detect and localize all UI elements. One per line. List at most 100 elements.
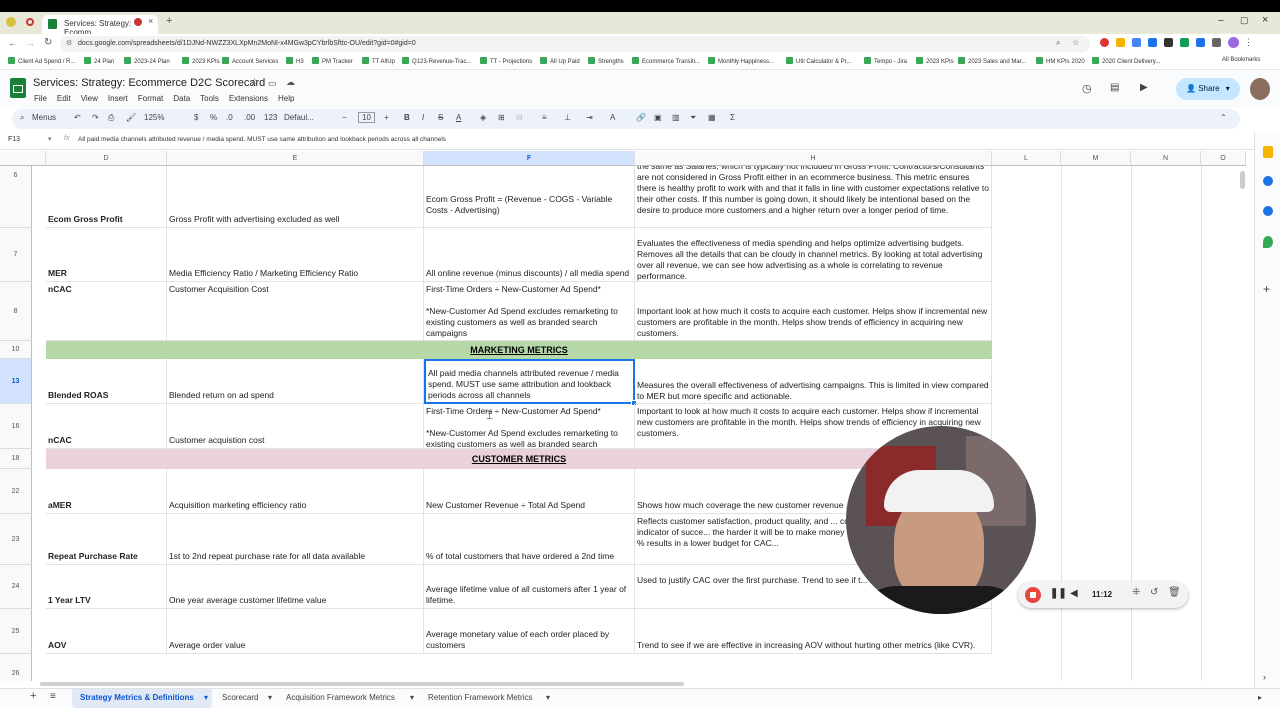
bookmark-item[interactable]: Monthly Happiness... xyxy=(708,57,774,65)
fill-color-icon[interactable]: ◈ xyxy=(480,113,486,122)
chevron-down-icon[interactable]: ▾ xyxy=(546,693,550,702)
star-icon[interactable]: ☆ xyxy=(250,77,259,88)
cell-description[interactable]: One year average customer lifetime value xyxy=(167,565,424,609)
sheet-tab[interactable]: Retention Framework Metrics xyxy=(428,693,532,702)
cell-description[interactable]: Customer acquistion cost xyxy=(167,404,424,449)
menu-help[interactable]: Help xyxy=(278,94,294,103)
extension-icon[interactable] xyxy=(1196,38,1205,47)
bookmark-item[interactable]: 24 Plan xyxy=(84,57,114,65)
bookmark-item[interactable]: H3 xyxy=(286,57,304,65)
name-box[interactable]: F13 xyxy=(8,136,20,143)
add-addon-icon[interactable]: + xyxy=(1263,282,1270,296)
cell-formula-selected[interactable]: All paid media channels attributed reven… xyxy=(424,359,635,404)
cell-description[interactable]: Acquisition marketing efficiency ratio xyxy=(167,469,424,514)
bookmark-item[interactable]: HM KPIs 2020 xyxy=(1036,57,1085,65)
column-header-f[interactable]: F xyxy=(424,151,635,166)
extensions-puzzle-icon[interactable] xyxy=(1212,38,1221,47)
horizontal-scrollbar[interactable] xyxy=(40,682,684,686)
cell-notes[interactable]: Important look at how much it costs to a… xyxy=(635,282,992,341)
strikethrough-icon[interactable]: S xyxy=(438,113,443,122)
cell-metric[interactable]: nCAC xyxy=(46,404,167,449)
mute-icon[interactable]: ◀ xyxy=(1070,588,1078,599)
bookmark-item[interactable]: All Up Paid xyxy=(540,57,580,65)
menu-file[interactable]: File xyxy=(34,94,47,103)
delete-icon[interactable]: 🗑 xyxy=(1168,587,1181,598)
menu-tools[interactable]: Tools xyxy=(200,94,219,103)
restart-icon[interactable]: ↺ xyxy=(1150,587,1158,598)
browser-menu-icon[interactable] xyxy=(6,17,16,27)
column-header-n[interactable]: N xyxy=(1131,151,1201,166)
cell-description[interactable]: Gross Profit with advertising excluded a… xyxy=(167,166,424,228)
maximize-icon[interactable]: ▢ xyxy=(1240,15,1249,26)
chevron-down-icon[interactable]: ▾ xyxy=(268,693,272,702)
extension-icon[interactable] xyxy=(1116,38,1125,47)
column-header-o[interactable]: O xyxy=(1201,151,1246,166)
account-avatar[interactable] xyxy=(1250,78,1270,100)
cell-formula[interactable]: All online revenue (minus discounts) / a… xyxy=(424,228,635,282)
stop-recording-button[interactable] xyxy=(1025,587,1041,603)
rotate-icon[interactable]: A xyxy=(610,113,615,122)
cell-notes[interactable]: the same as Salaries, which is typically… xyxy=(635,166,992,228)
row-header[interactable]: 13 xyxy=(0,359,32,404)
profile-avatar[interactable] xyxy=(1228,37,1239,48)
bookmark-item[interactable]: Util Calculator & Pr... xyxy=(786,57,851,65)
browser-kebab-icon[interactable]: ⋮ xyxy=(1244,37,1253,48)
bookmark-item[interactable]: Tempo - Jira xyxy=(864,57,907,65)
menus-search[interactable]: Menus xyxy=(32,113,56,122)
chevron-down-icon[interactable]: ▾ xyxy=(410,693,414,702)
back-icon[interactable]: ← xyxy=(8,38,17,48)
cell-description[interactable]: Media Efficiency Ratio / Marketing Effic… xyxy=(167,228,424,282)
bookmark-item[interactable]: TT - Projections xyxy=(480,57,532,65)
borders-icon[interactable]: ⊞ xyxy=(498,113,505,122)
sheet-tab[interactable]: Acquisition Framework Metrics xyxy=(286,693,395,702)
cell-notes[interactable]: Evaluates the effectiveness of media spe… xyxy=(635,228,992,282)
cell-metric[interactable]: Blended ROAS xyxy=(46,359,167,404)
tab-close-icon[interactable]: × xyxy=(148,16,153,26)
sheet-tab[interactable]: Scorecard xyxy=(222,693,258,702)
menu-view[interactable]: View xyxy=(81,94,98,103)
number-format[interactable]: 123 xyxy=(264,113,277,122)
extension-icon[interactable] xyxy=(1180,38,1189,47)
currency-format[interactable]: $ xyxy=(194,113,198,122)
menu-data[interactable]: Data xyxy=(173,94,190,103)
filter-views-icon[interactable]: ▦ xyxy=(708,113,716,122)
add-sheet-icon[interactable]: + xyxy=(30,690,36,702)
paint-format-icon[interactable]: 🖌 xyxy=(126,113,136,122)
meet-icon[interactable]: ▶ xyxy=(1140,82,1148,93)
bookmark-item[interactable]: Account Services xyxy=(222,57,278,65)
menu-format[interactable]: Format xyxy=(138,94,163,103)
menu-edit[interactable]: Edit xyxy=(57,94,71,103)
comment-icon[interactable]: ▣ xyxy=(654,113,662,122)
font-size-decrease[interactable]: − xyxy=(342,113,347,122)
row-header[interactable]: 6 xyxy=(0,166,32,228)
url-field[interactable]: ⚙ docs.google.com/spreadsheets/d/1DJNd-N… xyxy=(60,36,1090,52)
cell-metric[interactable]: aMER xyxy=(46,469,167,514)
cell-formula[interactable]: First-Time Orders ÷ New-Customer Ad Spen… xyxy=(424,282,635,341)
merge-cells-icon[interactable]: ⊟ xyxy=(516,113,523,122)
vertical-scrollbar[interactable] xyxy=(1240,171,1245,189)
redo-icon[interactable]: ↷ xyxy=(92,113,99,122)
cell-formula[interactable]: Average lifetime value of all customers … xyxy=(424,565,635,609)
chevron-down-icon[interactable]: ▾ xyxy=(204,693,208,702)
sheet-tab-active[interactable]: Strategy Metrics & Definitions ▾ xyxy=(72,689,212,709)
row-header[interactable]: 24 xyxy=(0,565,32,609)
doc-title[interactable]: Services: Strategy: Ecommerce D2C Scorec… xyxy=(33,77,265,89)
search-icon[interactable]: ⌕ xyxy=(20,113,24,123)
column-header-e[interactable]: E xyxy=(167,151,424,166)
contacts-icon[interactable] xyxy=(1263,206,1273,216)
extension-icon[interactable] xyxy=(1164,38,1173,47)
row-header[interactable]: 16 xyxy=(0,404,32,449)
column-header-h[interactable]: H xyxy=(635,151,992,166)
maps-icon[interactable] xyxy=(1263,236,1273,248)
zoom-select[interactable]: 125% xyxy=(144,113,164,122)
font-select[interactable]: Defaul... xyxy=(284,113,314,122)
extension-icon[interactable] xyxy=(1100,38,1109,47)
font-size-increase[interactable]: + xyxy=(384,113,389,122)
filter-icon[interactable]: ⏷ xyxy=(690,113,696,123)
pause-icon[interactable]: ❚❚ xyxy=(1050,588,1067,599)
name-box-dropdown-icon[interactable]: ▾ xyxy=(48,135,52,143)
all-sheets-icon[interactable]: ≡ xyxy=(50,691,56,702)
chart-icon[interactable]: ▥ xyxy=(672,113,680,122)
bookmark-item[interactable]: Ecommerce Transiti... xyxy=(632,57,700,65)
bookmark-item[interactable]: 2023 KPIs xyxy=(916,57,954,65)
